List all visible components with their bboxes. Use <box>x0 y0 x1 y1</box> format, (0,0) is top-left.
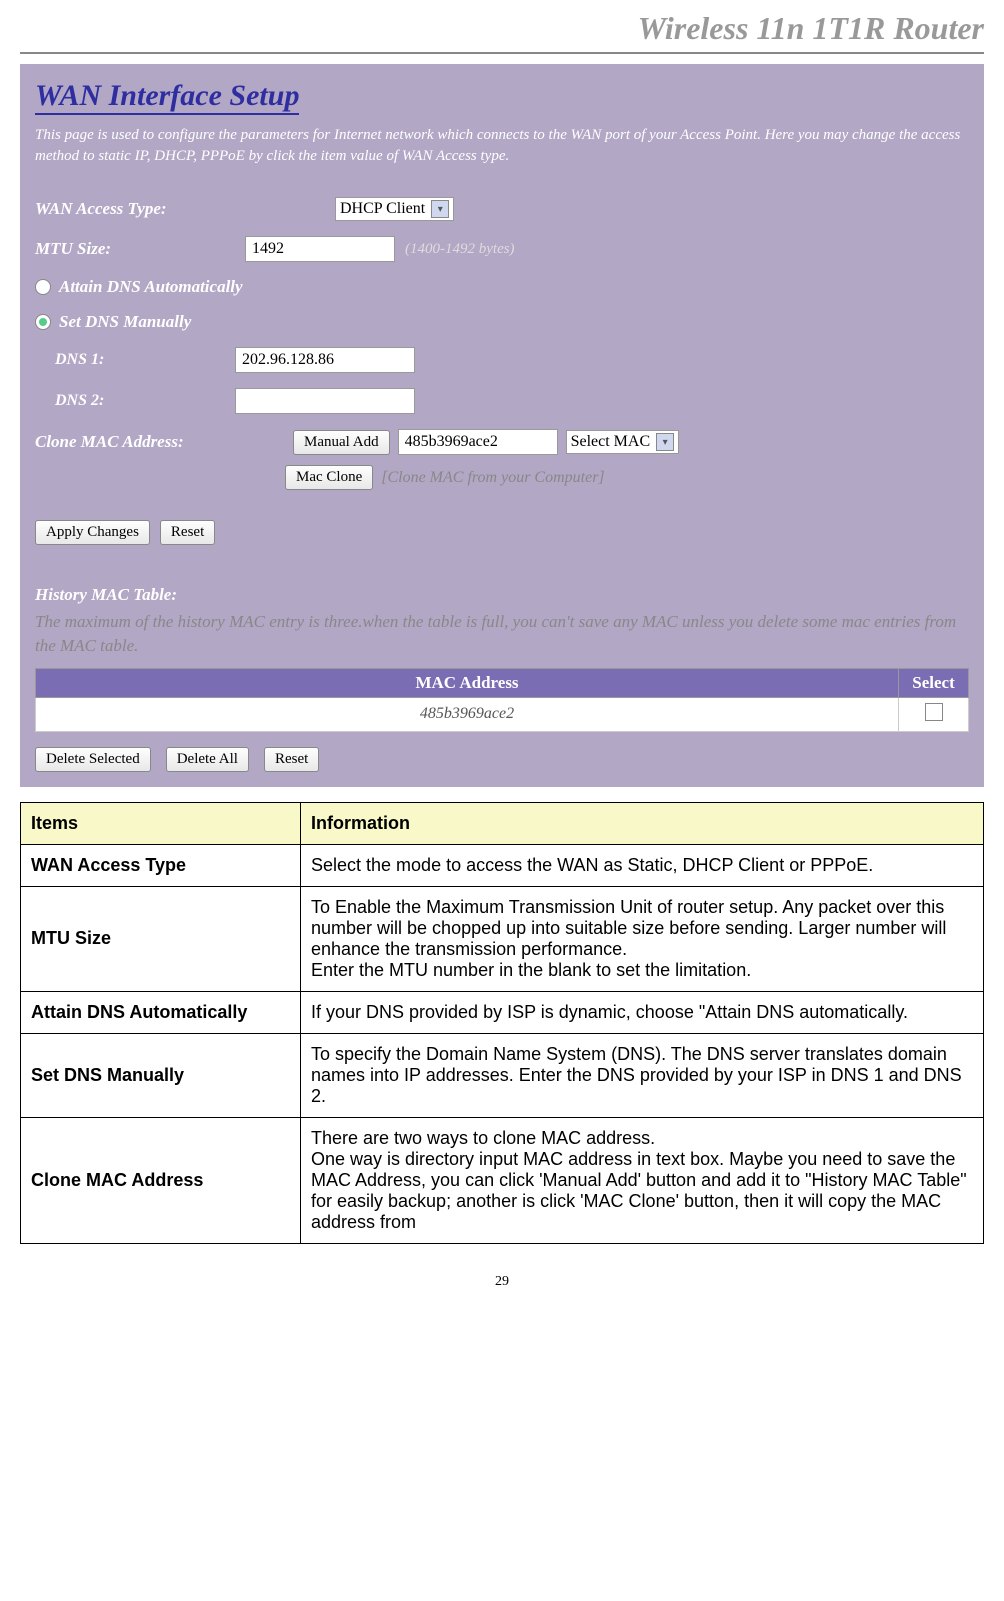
radio-set-dns-label: Set DNS Manually <box>59 312 191 332</box>
table-row: Set DNS ManuallyTo specify the Domain Na… <box>21 1033 984 1117</box>
select-checkbox[interactable] <box>925 703 943 721</box>
delete-selected-button[interactable]: Delete Selected <box>35 747 151 772</box>
delete-all-button[interactable]: Delete All <box>166 747 249 772</box>
reset-button-2[interactable]: Reset <box>264 747 319 772</box>
radio-set-dns[interactable] <box>35 314 51 330</box>
radio-attain-dns-label: Attain DNS Automatically <box>59 277 243 297</box>
panel-desc: This page is used to configure the param… <box>35 125 969 167</box>
reset-button[interactable]: Reset <box>160 520 215 545</box>
wan-type-label: WAN Access Type: <box>35 199 245 219</box>
th-items: Items <box>21 802 301 844</box>
mac-cell: 485b3969ace2 <box>36 697 899 731</box>
mtu-input[interactable] <box>245 236 395 262</box>
radio-attain-dns[interactable] <box>35 279 51 295</box>
mac-clone-note: [Clone MAC from your Computer] <box>381 469 604 487</box>
dns1-label: DNS 1: <box>35 351 235 369</box>
mtu-label: MTU Size: <box>35 239 245 259</box>
dns2-input[interactable] <box>235 388 415 414</box>
mac-input[interactable] <box>398 429 558 455</box>
th-select: Select <box>899 668 969 697</box>
table-row: MTU SizeTo Enable the Maximum Transmissi… <box>21 886 984 991</box>
history-mac-table: MAC Address Select 485b3969ace2 <box>35 668 969 732</box>
page-title: Wireless 11n 1T1R Router <box>638 10 984 46</box>
table-row: Clone MAC AddressThere are two ways to c… <box>21 1117 984 1243</box>
th-information: Information <box>301 802 984 844</box>
panel-title: WAN Interface Setup <box>35 79 299 115</box>
wan-type-select[interactable]: DHCP Client ▾ <box>335 197 454 221</box>
page-number: 29 <box>0 1274 1004 1290</box>
history-mac-title: History MAC Table: <box>35 585 969 605</box>
chevron-down-icon: ▾ <box>431 200 449 218</box>
table-row: 485b3969ace2 <box>36 697 969 731</box>
mac-clone-button[interactable]: Mac Clone <box>285 465 373 490</box>
manual-add-button[interactable]: Manual Add <box>293 430 390 455</box>
apply-changes-button[interactable]: Apply Changes <box>35 520 150 545</box>
table-row: Attain DNS AutomaticallyIf your DNS prov… <box>21 991 984 1033</box>
dns2-label: DNS 2: <box>35 392 235 410</box>
chevron-down-icon: ▾ <box>656 433 674 451</box>
clone-mac-label: Clone MAC Address: <box>35 432 285 452</box>
table-row: WAN Access TypeSelect the mode to access… <box>21 844 984 886</box>
info-table: Items Information WAN Access TypeSelect … <box>20 802 984 1244</box>
mtu-note: (1400-1492 bytes) <box>405 241 515 258</box>
th-mac-address: MAC Address <box>36 668 899 697</box>
history-mac-desc: The maximum of the history MAC entry is … <box>35 610 969 658</box>
select-mac-dropdown[interactable]: Select MAC ▾ <box>566 430 680 454</box>
wan-setup-panel: WAN Interface Setup This page is used to… <box>20 64 984 787</box>
dns1-input[interactable] <box>235 347 415 373</box>
